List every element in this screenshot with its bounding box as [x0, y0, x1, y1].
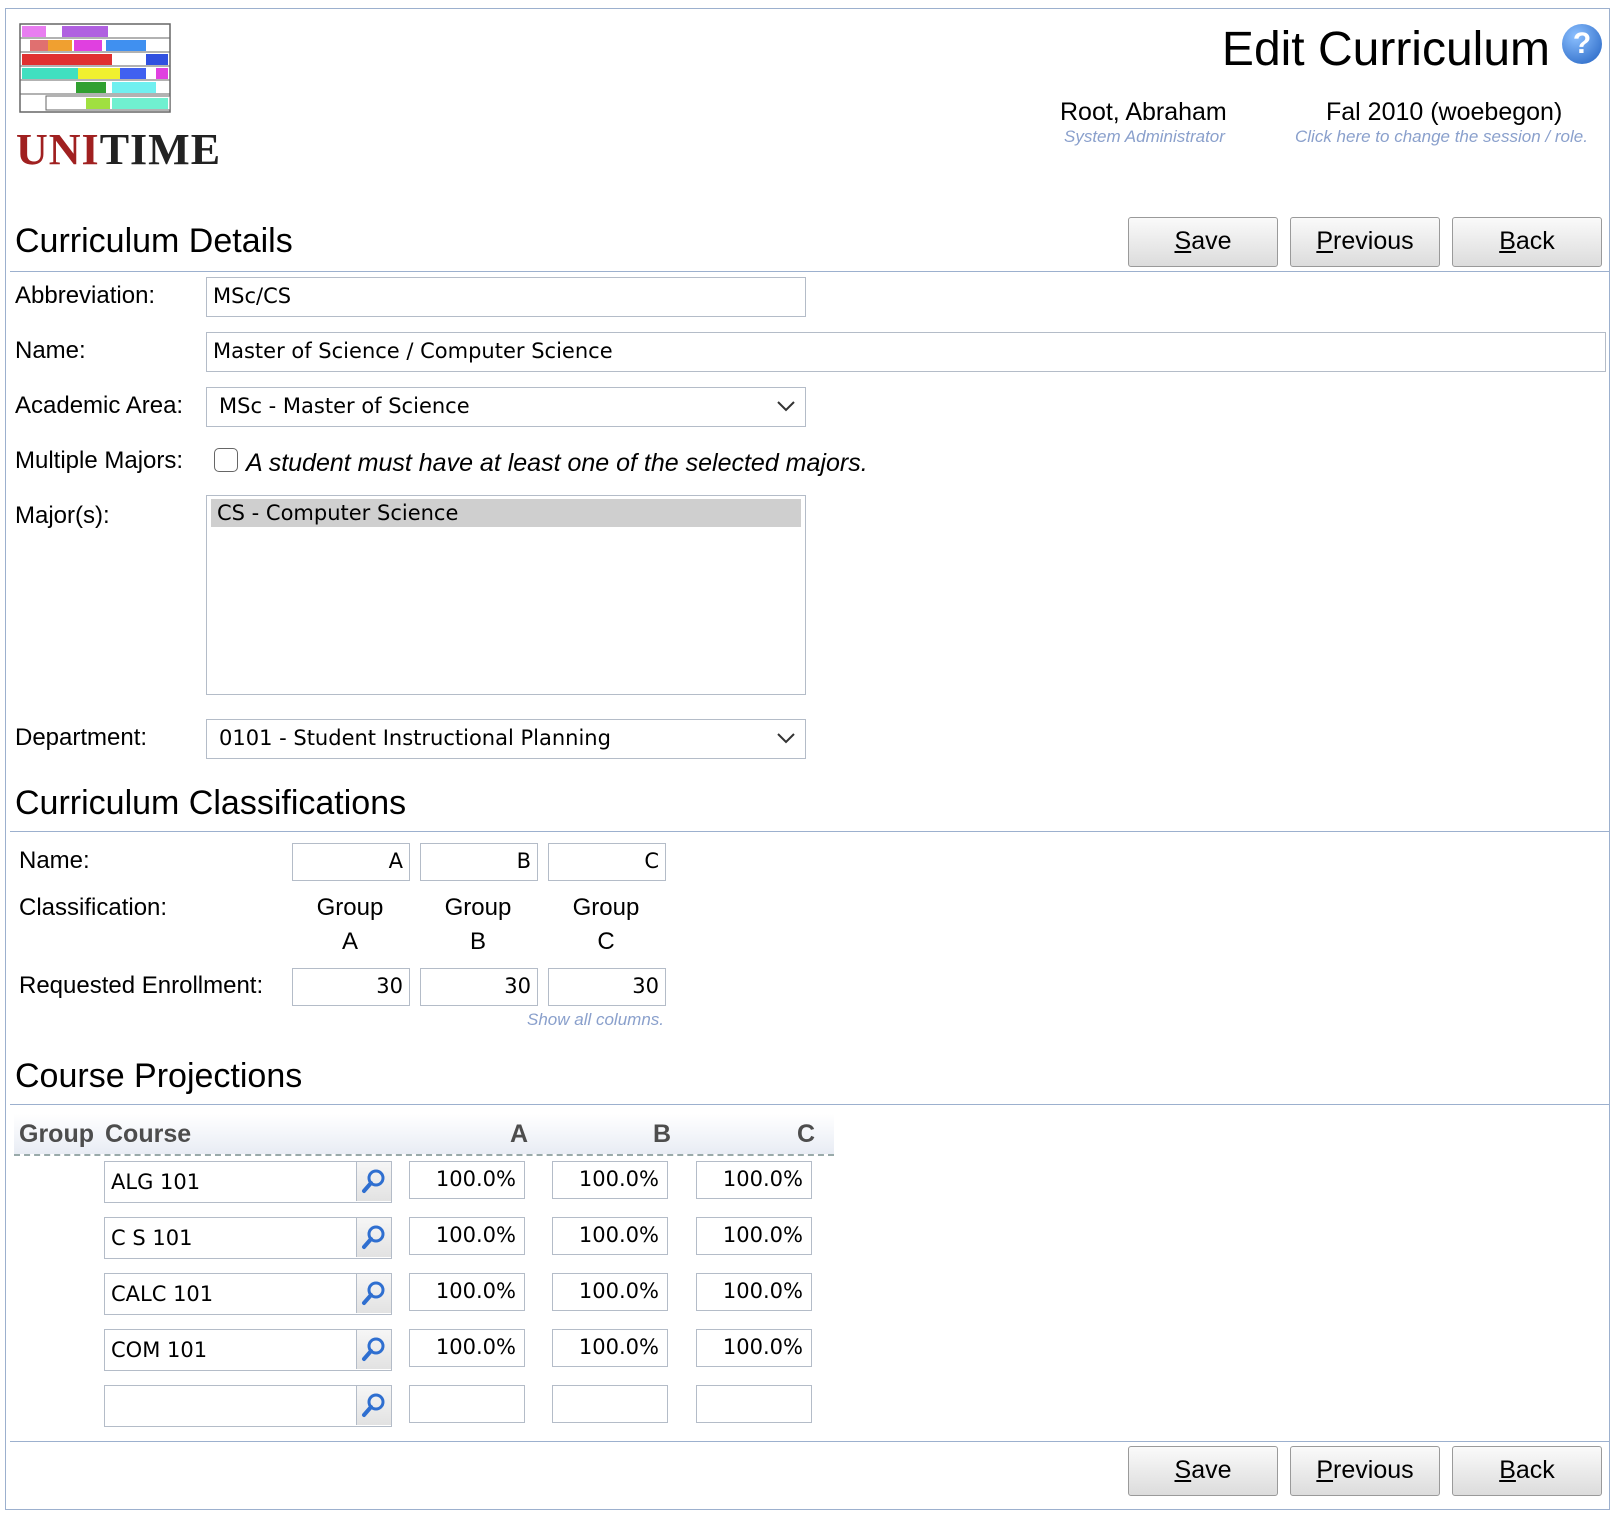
- name-input[interactable]: Master of Science / Computer Science: [206, 332, 1606, 372]
- logo-grid-icon: [19, 23, 171, 113]
- logo-text-uni: UNI: [16, 125, 100, 174]
- majors-listbox[interactable]: CS - Computer Science: [206, 495, 806, 695]
- projection-input-c[interactable]: 100.0%: [696, 1217, 812, 1255]
- help-icon[interactable]: ?: [1562, 24, 1602, 64]
- chevron-down-icon: [777, 733, 795, 744]
- course-input[interactable]: ALG 101: [104, 1161, 392, 1203]
- search-icon: [362, 1337, 385, 1361]
- projection-input-b[interactable]: 100.0%: [552, 1329, 668, 1367]
- search-icon: [362, 1169, 385, 1193]
- header-col-a[interactable]: A: [510, 1120, 528, 1149]
- projection-input-a[interactable]: 100.0%: [409, 1273, 525, 1311]
- course-input[interactable]: C S 101: [104, 1217, 392, 1259]
- projection-input-b[interactable]: [552, 1385, 668, 1423]
- chevron-down-icon: [777, 401, 795, 412]
- projection-input-a[interactable]: 100.0%: [409, 1329, 525, 1367]
- divider: [10, 271, 1610, 272]
- projection-input-a[interactable]: [409, 1385, 525, 1423]
- requested-enrollment-label: Requested Enrollment:: [19, 972, 264, 999]
- user-name[interactable]: Root, Abraham: [1060, 98, 1227, 127]
- logo-text-time: TIME: [99, 125, 222, 174]
- projection-input-a[interactable]: 100.0%: [409, 1217, 525, 1255]
- classification-name-input-b[interactable]: B: [420, 843, 538, 881]
- projection-input-c[interactable]: 100.0%: [696, 1161, 812, 1199]
- save-button[interactable]: Save: [1128, 217, 1278, 267]
- save-button-bottom[interactable]: Save: [1128, 1446, 1278, 1496]
- abbreviation-input[interactable]: MSc/CS: [206, 277, 806, 317]
- multiple-majors-label: Multiple Majors:: [15, 447, 184, 474]
- course-input[interactable]: CALC 101: [104, 1273, 392, 1315]
- projection-input-b[interactable]: 100.0%: [552, 1273, 668, 1311]
- classification-value-a[interactable]: Group A: [292, 894, 408, 956]
- show-all-columns-link[interactable]: Show all columns.: [527, 1010, 664, 1030]
- section-title-projections: Course Projections: [15, 1057, 303, 1095]
- classification-name-input-a[interactable]: A: [292, 843, 410, 881]
- course-input[interactable]: [104, 1385, 392, 1427]
- divider: [10, 1441, 1610, 1442]
- divider: [10, 1104, 1610, 1105]
- course-lookup-button[interactable]: [356, 1162, 391, 1201]
- header-col-c[interactable]: C: [797, 1120, 815, 1149]
- classification-value-b[interactable]: Group B: [420, 894, 536, 956]
- session-change-link[interactable]: Click here to change the session / role.: [1295, 127, 1588, 147]
- enrollment-input-b[interactable]: 30: [420, 968, 538, 1006]
- classification-label: Classification:: [19, 894, 168, 921]
- department-value: 0101 - Student Instructional Planning: [219, 726, 611, 750]
- section-title-classifications: Curriculum Classifications: [15, 784, 407, 822]
- majors-label: Major(s):: [15, 502, 110, 529]
- course-lookup-button[interactable]: [356, 1218, 391, 1257]
- previous-button-bottom[interactable]: Previous: [1290, 1446, 1440, 1496]
- search-icon: [362, 1393, 385, 1417]
- projection-input-a[interactable]: 100.0%: [409, 1161, 525, 1199]
- classification-name-input-c[interactable]: C: [548, 843, 666, 881]
- header-col-b[interactable]: B: [653, 1120, 671, 1149]
- divider: [10, 831, 1610, 832]
- user-role[interactable]: System Administrator: [1064, 127, 1225, 147]
- enrollment-input-c[interactable]: 30: [548, 968, 666, 1006]
- classification-value-c[interactable]: Group C: [548, 894, 664, 956]
- session-name[interactable]: Fal 2010 (woebegon): [1326, 98, 1562, 127]
- projection-input-b[interactable]: 100.0%: [552, 1161, 668, 1199]
- header-course[interactable]: Course: [105, 1120, 191, 1149]
- back-button[interactable]: Back: [1452, 217, 1602, 267]
- major-option-selected[interactable]: CS - Computer Science: [211, 499, 801, 527]
- search-icon: [362, 1281, 385, 1305]
- academic-area-select[interactable]: MSc - Master of Science: [206, 387, 806, 427]
- projection-input-c[interactable]: 100.0%: [696, 1329, 812, 1367]
- course-lookup-button[interactable]: [356, 1274, 391, 1313]
- multiple-majors-checkbox[interactable]: [214, 448, 238, 472]
- unitime-logo[interactable]: UNITIME: [16, 20, 220, 180]
- department-select[interactable]: 0101 - Student Instructional Planning: [206, 719, 806, 759]
- course-lookup-button[interactable]: [356, 1386, 391, 1425]
- academic-area-value: MSc - Master of Science: [219, 394, 470, 418]
- page-title: Edit Curriculum: [1221, 23, 1550, 76]
- abbreviation-label: Abbreviation:: [15, 282, 156, 309]
- header-group[interactable]: Group: [19, 1120, 94, 1149]
- classification-name-label: Name:: [19, 847, 90, 874]
- enrollment-input-a[interactable]: 30: [292, 968, 410, 1006]
- academic-area-label: Academic Area:: [15, 392, 184, 419]
- previous-button[interactable]: Previous: [1290, 217, 1440, 267]
- back-button-bottom[interactable]: Back: [1452, 1446, 1602, 1496]
- multiple-majors-text: A student must have at least one of the …: [246, 449, 868, 477]
- course-lookup-button[interactable]: [356, 1330, 391, 1369]
- name-label: Name:: [15, 337, 86, 364]
- search-icon: [362, 1225, 385, 1249]
- department-label: Department:: [15, 724, 148, 751]
- section-title-details: Curriculum Details: [15, 222, 293, 260]
- projection-input-c[interactable]: [696, 1385, 812, 1423]
- projection-input-b[interactable]: 100.0%: [552, 1217, 668, 1255]
- course-input[interactable]: COM 101: [104, 1329, 392, 1371]
- projection-input-c[interactable]: 100.0%: [696, 1273, 812, 1311]
